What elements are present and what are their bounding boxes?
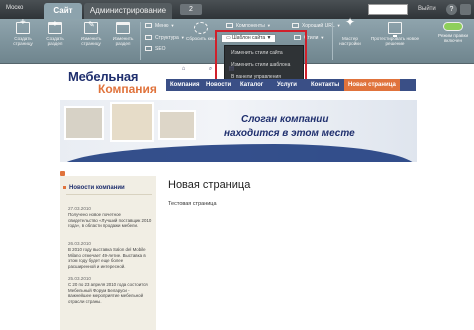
url-icon [292,23,299,28]
edit-section-button[interactable]: Изменить раздел [106,22,140,46]
notifications-badge[interactable]: 2 [180,4,202,15]
toolbar-divider [332,22,333,60]
nav-item-services[interactable]: Услуги [277,79,297,91]
chevron-down-icon: ▼ [320,35,325,40]
menu-label: Меню [155,23,169,29]
edit-folder-icon [116,22,130,34]
create-section-label: Создать раздел [46,36,64,47]
preview-solution-button[interactable]: Протестировать новое решение [370,22,420,46]
menu-icon [145,23,152,28]
components-label: Компоненты [236,23,265,29]
monitor-icon [388,22,402,37]
wizard-button[interactable]: Мастер настройки [334,20,366,47]
create-page-label: Создать страницу [13,36,33,47]
sitemap-icon[interactable]: ▤ [228,66,235,73]
toolbar-divider [140,22,141,60]
screen: Москo Сайт Администрирование 2 Выйти ? С… [0,0,474,330]
edit-mode-toggle[interactable]: Режим правки включен [436,22,470,43]
structure-button[interactable]: Структура ▼ [145,35,185,41]
edit-section-label: Изменить раздел [112,36,134,47]
news-date: 26.03.2010 [68,241,91,246]
interior-photo [158,110,196,140]
banner-wave [60,144,417,162]
search-icon[interactable]: ⌕ [207,66,214,73]
news-date: 27.03.2010 [68,206,91,211]
edit-page-label: Изменить страницу [80,36,102,47]
edit-page-button[interactable]: Изменить страницу [74,22,108,46]
sidebar-title: Новости компании [63,185,125,191]
new-page-icon [16,20,30,34]
wizard-label: Мастер настройки [339,36,361,47]
nav-item-company[interactable]: Компания [170,79,199,91]
components-icon [226,23,233,28]
edit-page-icon [84,22,98,34]
user-name-field[interactable] [368,4,408,15]
divider [66,194,152,195]
nav-item-contacts[interactable]: Контакты [311,79,339,91]
slogan-line2: находится в этом месте [224,128,355,139]
toggle-switch-icon [443,22,463,31]
news-item-text[interactable]: С 20 по 23 апреля 2010 года состоится Ме… [68,282,152,304]
edit-mode-label: Режим правки включен [437,33,469,44]
nav-item-new-page[interactable]: Новая страница [344,79,400,91]
news-date: 25.03.2010 [68,276,91,281]
slogan-line1: Слоган компании [241,114,329,125]
logout-link[interactable]: Выйти [418,6,436,12]
interior-photo [110,102,154,142]
nav-item-news[interactable]: Новости [206,79,231,91]
create-page-button[interactable]: Создать страницу [6,20,40,47]
chevron-down-icon: ▼ [180,35,185,40]
tab-site[interactable]: Сайт [44,3,82,19]
page-body-text: Тестовая страница [168,201,217,207]
settings-icon[interactable] [460,4,471,15]
main-navigation: Компания Новости Каталог Услуги Контакты… [166,79,416,91]
clear-cache-button[interactable]: Сбросить кеш [186,22,216,41]
page-title: Новая страница [168,179,251,191]
chevron-down-icon: ▼ [170,23,175,28]
components-button[interactable]: Компоненты ▼ [226,23,271,29]
interior-photo [64,106,104,140]
new-folder-icon [48,22,62,34]
magic-wand-icon [343,20,357,34]
structure-icon [145,35,152,40]
menu-button[interactable]: Меню ▼ [145,23,174,29]
home-icon[interactable]: ⌂ [180,66,187,73]
admin-top-bar: Москo Сайт Администрирование 2 Выйти ? [0,0,474,19]
clear-cache-label: Сбросить кеш [186,36,216,41]
news-item-text[interactable]: В 2010 году выставка Salon del Mobile Mi… [68,247,152,269]
nav-item-catalog[interactable]: Каталог [240,79,263,91]
cache-url-label: Хороший URL [302,23,335,29]
news-item-text[interactable]: Получено новое почетное свидетельство «Л… [68,212,152,229]
seo-button[interactable]: SEO [145,46,166,52]
preview-solution-label: Протестировать новое решение [370,36,420,47]
help-icon[interactable]: ? [446,4,457,15]
structure-label: Структура [155,35,179,41]
seo-label: SEO [155,46,166,52]
brand-label: Москo [6,5,24,11]
chevron-down-icon: ▼ [266,23,271,28]
tab-administration[interactable]: Администрирование [84,3,172,19]
seo-icon [145,46,152,51]
refresh-icon [194,22,208,34]
logo-line2[interactable]: Компания [98,82,157,96]
create-section-button[interactable]: Создать раздел [40,22,70,46]
